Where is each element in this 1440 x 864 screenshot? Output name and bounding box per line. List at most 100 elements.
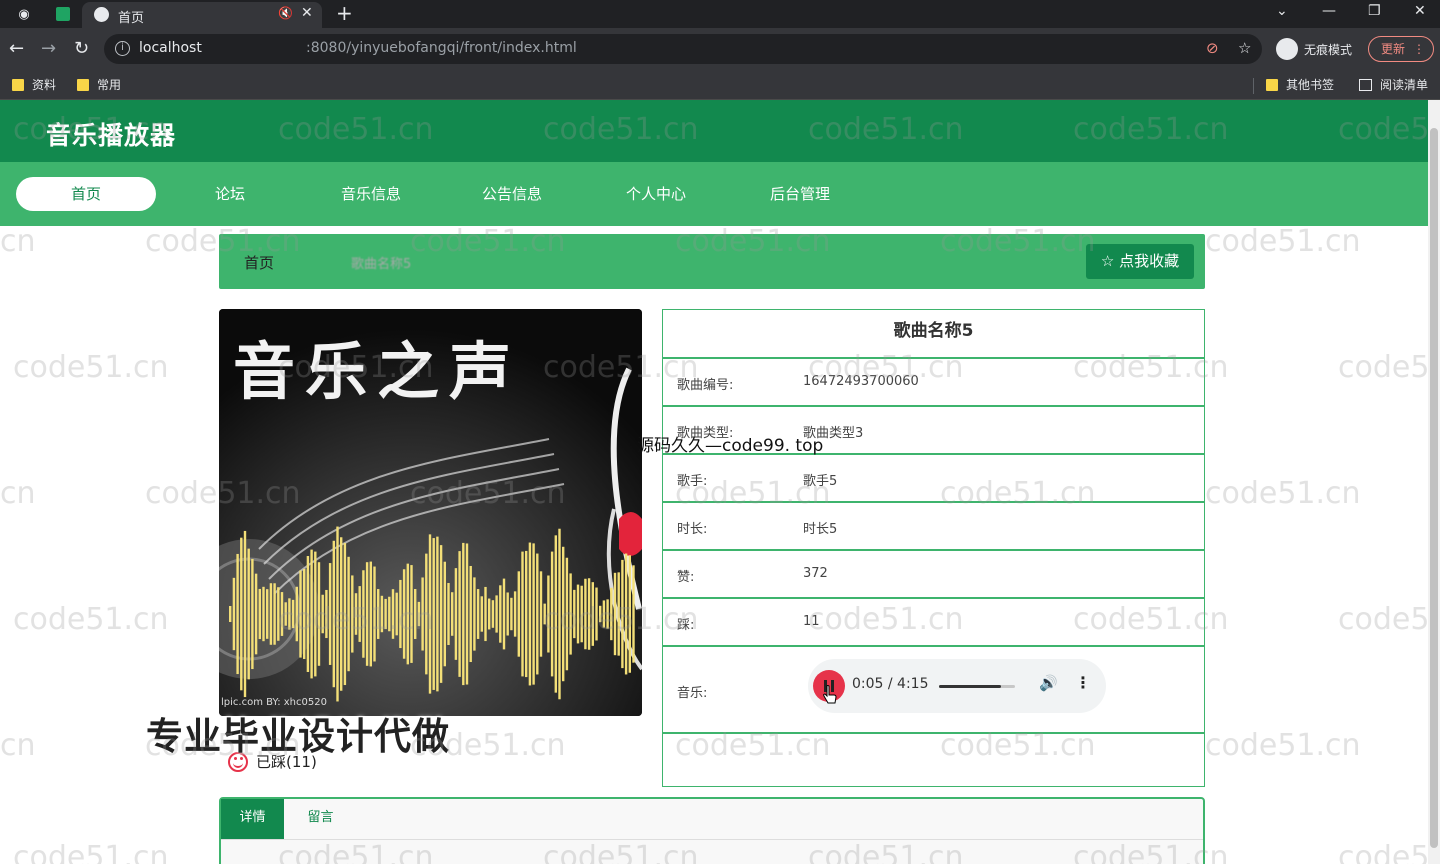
folder-icon (12, 78, 24, 91)
close-window-button[interactable]: ✕ (1414, 3, 1426, 19)
new-tab-button[interactable]: + (336, 1, 353, 25)
incognito-profile[interactable]: 无痕模式 (1276, 38, 1352, 60)
wave-bar (273, 583, 276, 645)
wave-bar (391, 589, 395, 639)
wave-bar (443, 561, 446, 667)
tab-details[interactable]: 详情 (221, 799, 284, 839)
wave-bar (428, 534, 432, 694)
back-button[interactable]: ← (9, 38, 24, 59)
wave-bar (462, 542, 465, 686)
wave-bar (591, 582, 594, 646)
wave-bar (399, 579, 402, 649)
address-bar[interactable]: i localhost :8080/yinyuebofangqi/front/i… (104, 34, 1262, 64)
page-scrollbar[interactable] (1428, 100, 1440, 864)
nav-personal-center[interactable]: 个人中心 (586, 177, 726, 211)
wave-bar (280, 592, 284, 636)
reload-button[interactable]: ↻ (74, 38, 89, 59)
watermark-text: code51.cn (13, 350, 169, 385)
bookmarks-bar: 资料 常用 其他书签 阅读清单 (0, 70, 1440, 100)
wave-bar (499, 585, 502, 643)
watermark-text: code51.cn (0, 224, 36, 259)
wave-bar (354, 593, 358, 635)
wave-bar (480, 596, 483, 632)
nav-music-info[interactable]: 音乐信息 (301, 177, 441, 211)
wave-bar (258, 588, 261, 640)
wave-bar (565, 557, 569, 671)
info-label: 踩: (677, 618, 695, 633)
tab-close-icon[interactable]: ✕ (301, 5, 313, 21)
bookmark-folder-2[interactable]: 常用 (77, 76, 121, 93)
update-button[interactable]: 更新 ⋮ (1368, 36, 1434, 62)
progress-slider[interactable] (939, 685, 1015, 688)
wave-bar (247, 548, 250, 680)
wave-bar (595, 587, 598, 641)
watermark-text: code51.cn (13, 840, 169, 864)
site-info-icon[interactable]: i (115, 41, 130, 56)
wave-bar (351, 575, 354, 653)
wave-bar (362, 570, 365, 658)
wave-bar (306, 556, 310, 672)
wave-bar (395, 592, 398, 636)
tab-mute-icon[interactable]: 🔇 (278, 6, 293, 20)
scroll-thumb[interactable] (1430, 128, 1438, 848)
wave-bar (517, 571, 520, 657)
wave-bar (291, 599, 295, 629)
nav-announcements[interactable]: 公告信息 (442, 177, 582, 211)
nav-home[interactable]: 首页 (16, 177, 156, 211)
bookmark-folder-1[interactable]: 资料 (12, 76, 56, 93)
bookmark-separator (1253, 78, 1254, 94)
bookmark-star-icon[interactable]: ☆ (1238, 39, 1251, 57)
wave-bar (358, 586, 361, 642)
wave-bar (606, 599, 609, 629)
browser-tab-strip: ◉ 首页 🔇 ✕ + ⌄ — ❐ ✕ (0, 0, 1440, 28)
restore-button[interactable]: ❐ (1368, 3, 1381, 19)
wave-bar (624, 553, 628, 675)
other-bookmarks[interactable]: 其他书签 (1266, 76, 1334, 93)
tab-comments[interactable]: 留言 (289, 799, 352, 839)
wave-bar (365, 562, 369, 666)
wave-bar (284, 602, 287, 626)
incognito-icon (1276, 38, 1298, 60)
pinned-tab-icon[interactable] (54, 5, 72, 23)
nav-admin[interactable]: 后台管理 (730, 177, 870, 211)
globe-icon (94, 7, 109, 22)
favorite-button[interactable]: ☆ 点我收藏 (1086, 244, 1194, 279)
forward-button[interactable]: → (41, 38, 56, 59)
info-value: 歌手5 (803, 474, 838, 489)
browser-tab-active[interactable]: 首页 🔇 ✕ (82, 2, 322, 28)
wave-bar (610, 587, 613, 641)
blocked-popup-icon[interactable]: ⊘ (1206, 39, 1219, 57)
minimize-button[interactable]: — (1322, 3, 1336, 19)
wave-bar (473, 577, 476, 651)
player-menu-icon[interactable]: ⋮ (1075, 673, 1091, 692)
wave-bar (340, 537, 343, 691)
watermark-text: code51.cn (1338, 350, 1440, 385)
info-label: 时长: (677, 522, 708, 537)
wave-bar (243, 530, 247, 698)
volume-icon[interactable]: 🔊 (1039, 674, 1058, 692)
tabs-divider (221, 839, 1203, 840)
wave-bar (539, 571, 543, 657)
browser-app-icon[interactable]: ◉ (15, 5, 33, 23)
tab-search-icon[interactable]: ⌄ (1276, 3, 1288, 19)
watermark-text: code51.cn (0, 476, 36, 511)
nav-forum[interactable]: 论坛 (160, 177, 300, 211)
info-row-number: 歌曲编号: 16472493700060 (663, 359, 1204, 407)
wave-bar (469, 565, 472, 663)
wave-bar (377, 589, 380, 639)
wave-bar (266, 589, 269, 639)
info-label: 歌曲编号: (677, 378, 734, 393)
breadcrumb-current: 歌曲名称5 (351, 257, 412, 272)
audio-player: 0:05 / 4:15 🔊 ⋮ (808, 659, 1106, 713)
wave-bar (336, 526, 339, 702)
wave-bar (562, 546, 565, 682)
reading-list[interactable]: 阅读清单 (1359, 76, 1428, 93)
wave-bar (580, 585, 583, 643)
wave-bar (425, 553, 428, 675)
wave-bar (325, 589, 328, 639)
main-nav: 首页 论坛 音乐信息 公告信息 个人中心 后台管理 (0, 162, 1428, 226)
wave-bar (328, 563, 332, 665)
song-cover-image: 音乐之声 lpic.com BY: xhc0520 (219, 309, 642, 716)
wave-bar (388, 596, 391, 632)
breadcrumb-home[interactable]: 首页 (244, 252, 274, 273)
